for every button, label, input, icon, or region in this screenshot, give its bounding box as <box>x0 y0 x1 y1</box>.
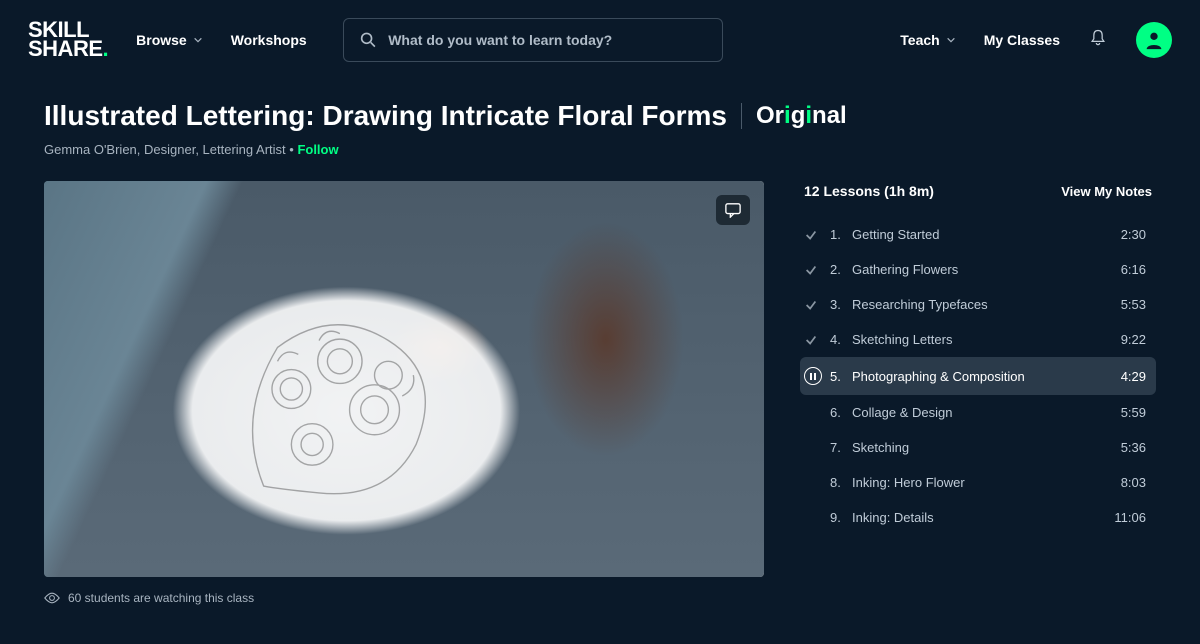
lesson-title: Inking: Hero Flower <box>852 475 1121 490</box>
lesson-item[interactable]: 6.Collage & Design5:59 <box>800 395 1156 430</box>
lesson-title: Getting Started <box>852 227 1121 242</box>
byline: Gemma O'Brien, Designer, Lettering Artis… <box>44 142 1156 157</box>
check-icon <box>804 333 830 347</box>
original-badge: Original <box>756 102 847 130</box>
drawing-artwork <box>174 292 520 514</box>
course-title: Illustrated Lettering: Drawing Intricate… <box>44 100 727 132</box>
lesson-number: 2. <box>830 262 852 277</box>
lesson-number: 4. <box>830 332 852 347</box>
lessons-count: 12 Lessons (1h 8m) <box>804 183 934 199</box>
lesson-number: 5. <box>830 369 852 384</box>
check-icon <box>804 298 830 312</box>
chevron-down-icon <box>193 35 203 45</box>
lesson-duration: 4:29 <box>1121 369 1146 384</box>
lessons-panel: 12 Lessons (1h 8m) View My Notes 1.Getti… <box>800 181 1156 605</box>
video-player[interactable] <box>44 181 764 577</box>
lesson-item[interactable]: 5.Photographing & Composition4:29 <box>800 357 1156 395</box>
chat-button[interactable] <box>716 195 750 225</box>
lesson-number: 6. <box>830 405 852 420</box>
check-icon <box>804 228 830 242</box>
lesson-item[interactable]: 4.Sketching Letters9:22 <box>800 322 1156 357</box>
lesson-title: Collage & Design <box>852 405 1121 420</box>
header: SKILLSHAre. Browse Workshops Teach My Cl… <box>0 0 1200 80</box>
chevron-down-icon <box>946 35 956 45</box>
logo[interactable]: SKILLSHAre. <box>28 21 108 58</box>
bell-icon <box>1088 28 1108 48</box>
lesson-title: Gathering Flowers <box>852 262 1121 277</box>
workshops-label: Workshops <box>231 32 307 48</box>
lesson-duration: 9:22 <box>1121 332 1146 347</box>
search-bar[interactable] <box>343 18 723 62</box>
lesson-duration: 5:59 <box>1121 405 1146 420</box>
lesson-duration: 11:06 <box>1114 510 1146 525</box>
my-classes-label: My Classes <box>984 32 1060 48</box>
browse-menu[interactable]: Browse <box>136 32 203 48</box>
lesson-duration: 6:16 <box>1121 262 1146 277</box>
browse-label: Browse <box>136 32 187 48</box>
watching-text: 60 students are watching this class <box>68 591 254 605</box>
search-input[interactable] <box>388 32 705 48</box>
search-icon <box>360 31 377 49</box>
lesson-item[interactable]: 1.Getting Started2:30 <box>800 217 1156 252</box>
user-icon <box>1143 29 1165 51</box>
watching-row: 60 students are watching this class <box>44 591 764 605</box>
teach-label: Teach <box>900 32 939 48</box>
lesson-item[interactable]: 8.Inking: Hero Flower8:03 <box>800 465 1156 500</box>
workshops-link[interactable]: Workshops <box>231 32 307 48</box>
lesson-title: Inking: Details <box>852 510 1114 525</box>
lesson-number: 1. <box>830 227 852 242</box>
lesson-number: 9. <box>830 510 852 525</box>
lesson-title: Sketching <box>852 440 1121 455</box>
lesson-title: Photographing & Composition <box>852 369 1121 384</box>
view-notes-button[interactable]: View My Notes <box>1061 184 1152 199</box>
lesson-number: 3. <box>830 297 852 312</box>
lesson-duration: 2:30 <box>1121 227 1146 242</box>
notifications-button[interactable] <box>1088 28 1108 53</box>
lesson-number: 8. <box>830 475 852 490</box>
lesson-item[interactable]: 2.Gathering Flowers6:16 <box>800 252 1156 287</box>
check-icon <box>804 263 830 277</box>
chat-icon <box>724 202 742 218</box>
my-classes-link[interactable]: My Classes <box>984 32 1060 48</box>
avatar[interactable] <box>1136 22 1172 58</box>
pause-icon <box>804 367 830 385</box>
author-name[interactable]: Gemma O'Brien, Designer, Lettering Artis… <box>44 142 286 157</box>
lesson-duration: 5:53 <box>1121 297 1146 312</box>
lesson-title: Sketching Letters <box>852 332 1121 347</box>
follow-button[interactable]: Follow <box>297 142 338 157</box>
lesson-item[interactable]: 7.Sketching5:36 <box>800 430 1156 465</box>
title-row: Illustrated Lettering: Drawing Intricate… <box>44 100 1156 132</box>
lesson-duration: 8:03 <box>1121 475 1146 490</box>
lesson-duration: 5:36 <box>1121 440 1146 455</box>
eye-icon <box>44 592 60 604</box>
lesson-title: Researching Typefaces <box>852 297 1121 312</box>
lessons-list: 1.Getting Started2:302.Gathering Flowers… <box>800 217 1156 535</box>
title-divider <box>741 103 742 129</box>
lesson-number: 7. <box>830 440 852 455</box>
lesson-item[interactable]: 3.Researching Typefaces5:53 <box>800 287 1156 322</box>
lesson-item[interactable]: 9.Inking: Details11:06 <box>800 500 1156 535</box>
teach-menu[interactable]: Teach <box>900 32 955 48</box>
